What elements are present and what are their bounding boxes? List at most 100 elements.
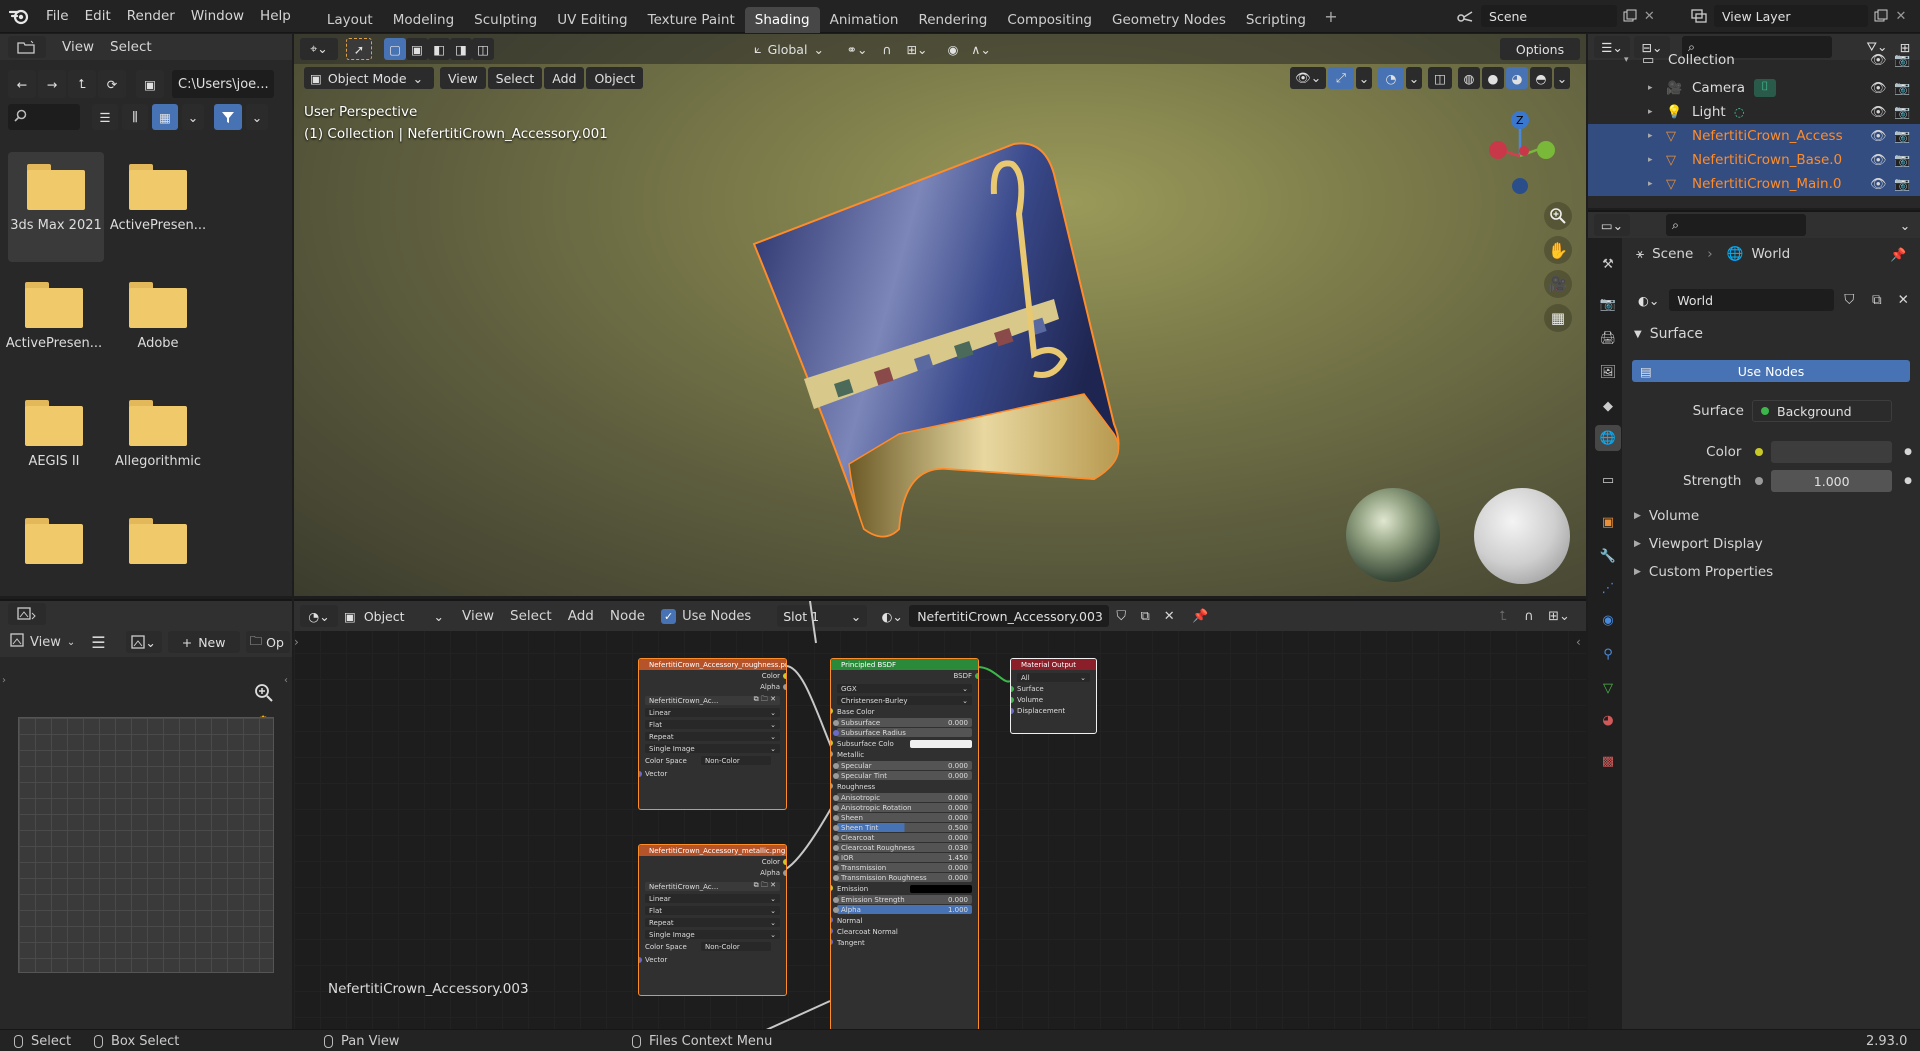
sidebar-toggle-arrow-right-icon[interactable]: ‹ [284,675,288,686]
blender-logo-icon[interactable] [0,0,38,33]
pivot-point-icon[interactable]: ⚭⌄ [840,38,874,60]
input-socket-icon[interactable] [833,730,839,736]
surface-shader-dropdown[interactable]: Background [1752,400,1892,422]
panel-custom-properties[interactable]: ▶ Custom Properties [1634,564,1773,580]
tab-animation[interactable]: Animation [820,7,909,33]
node-dropdown[interactable]: Linear ⌄ [645,708,780,717]
material-tab-icon[interactable]: ◕ [1595,707,1621,733]
image-view-menu[interactable]: View ⌄ [10,633,75,651]
file-browser-menu-select[interactable]: Select [102,34,160,60]
image-actions-icon[interactable]: ⧉ 🗀 ✕ [754,695,776,706]
crown-model[interactable] [734,134,1154,574]
menu-render[interactable]: Render [119,3,183,29]
folder-item[interactable] [2,506,106,572]
object-mode-dropdown[interactable]: ▣ Object Mode ⌄ [304,67,434,89]
gizmo-chevron-icon[interactable]: ⌄ [1356,67,1372,89]
proportional-falloff-icon[interactable]: ∧⌄ [966,38,996,60]
panel-viewport-display[interactable]: ▶ Viewport Display [1634,536,1763,552]
tab-shading[interactable]: Shading [744,6,820,33]
file-browser-menu-view[interactable]: View [54,34,102,60]
fake-user-shield-icon[interactable]: ⛉ [1838,289,1861,311]
background-strength-field[interactable]: 1.000 [1771,470,1893,492]
object-tab-icon[interactable]: ▣ [1595,509,1621,535]
eye-visibility-icon[interactable]: 👁 [1870,53,1887,68]
input-socket-icon[interactable] [833,815,839,821]
input-socket-icon[interactable] [831,939,833,945]
folder-item[interactable]: ActivePresen... [2,270,106,351]
input-socket-icon[interactable] [831,917,833,923]
unlink-world-icon[interactable]: ✕ [1893,289,1915,311]
node-value-field[interactable]: Subsurface Radius [833,728,972,737]
snap-icon[interactable]: ∩ [874,38,900,60]
node-dropdown[interactable]: Linear ⌄ [645,894,780,903]
color-space-dropdown[interactable]: Non-Color [701,942,771,951]
tab-modeling[interactable]: Modeling [383,7,464,33]
image-texture-node-metallic[interactable]: NefertitiCrown_Accessory_metallic.png Col… [638,844,787,996]
camera-data-icon[interactable]: ⌷ [1754,79,1776,97]
thumbnail-display-icon[interactable]: ▦ [152,104,178,130]
select-tool-icon[interactable]: ➚ [346,38,372,60]
xray-toggle-icon[interactable]: ◫ [1428,67,1452,89]
eye-visibility-icon[interactable]: 👁 [1870,129,1887,144]
uv-grid[interactable] [18,717,274,973]
node-value-field[interactable]: Transmission Roughness 0.000 [833,873,972,882]
folder-item[interactable]: Allegorithmic [106,388,210,469]
viewport-menu-add[interactable]: Add [544,67,585,89]
image-browse-button[interactable]: ⌄ [125,631,162,653]
node-dropdown[interactable]: Single Image ⌄ [645,744,780,753]
particles-tab-icon[interactable]: ⋰ [1595,575,1621,601]
vector-socket-icon[interactable] [639,770,642,777]
eye-visibility-icon[interactable]: 👁 [1870,81,1887,96]
select-mode-subtract-icon[interactable]: ◧ [428,38,450,60]
viewport-options-button[interactable]: Options [1500,38,1580,60]
world-browse-button[interactable]: ◐⌄ [1632,289,1666,311]
input-socket-icon[interactable] [833,805,839,811]
viewport-pan-icon[interactable]: ✋ [1544,236,1572,264]
expand-arrow-icon[interactable]: ▸ [1648,83,1660,93]
image-selector[interactable]: NefertitiCrown_Ac... ⧉ 🗀 ✕ [645,695,780,706]
color-swatch[interactable] [910,884,972,893]
eye-visibility-icon[interactable]: 👁 [1870,105,1887,120]
render-visibility-icon[interactable]: 📷 [1894,177,1910,192]
color-swatch[interactable] [910,739,972,748]
surface-panel-header[interactable]: ▼ Surface [1634,326,1703,342]
copy-scene-icon[interactable] [1619,5,1640,27]
input-socket-icon[interactable] [1011,707,1014,714]
node-dropdown[interactable]: Flat ⌄ [645,906,780,915]
properties-editor-type-icon[interactable]: ▭⌄ [1594,214,1630,236]
copy-view-layer-icon[interactable] [1870,5,1892,27]
outliner-row[interactable]: ▸ ▽ NefertitiCrown_Main.00 👁 📷 [1588,172,1920,196]
folder-item[interactable]: AEGIS II [2,388,106,469]
gizmo-toggle-icon[interactable]: ⤢ [1328,67,1354,89]
folder-item[interactable]: 3ds Max 2021 [8,152,104,262]
horizontal-list-icon[interactable]: ⫼ [122,104,148,130]
input-socket-icon[interactable] [831,708,833,714]
node-dropdown[interactable]: GGX ⌄ [837,684,972,693]
input-socket-icon[interactable] [831,751,833,757]
input-socket-icon[interactable] [833,845,839,851]
overlay-chevron-icon[interactable]: ⌄ [1406,67,1422,89]
node-value-field[interactable]: IOR 1.450 [833,853,972,862]
principled-bsdf-node[interactable]: Principled BSDF BSDF GGX ⌄ Christensen-Burle… [830,658,979,1029]
node-dropdown[interactable]: Repeat ⌄ [645,732,780,741]
node-value-field[interactable]: Clearcoat Roughness 0.030 [833,843,972,852]
node-dropdown[interactable]: Christensen-Burley ⌄ [837,696,972,705]
path-field[interactable]: C:\Users\joe... [172,70,274,98]
input-socket-icon[interactable] [833,875,839,881]
input-socket-icon[interactable] [833,720,839,726]
properties-search-input[interactable]: ⌕ [1666,214,1806,236]
outliner-row[interactable]: ▸ ▽ NefertitiCrown_Accessor 👁 📷 [1588,124,1920,148]
image-actions-icon[interactable]: ⧉ 🗀 ✕ [754,881,776,892]
view-layer-name-field[interactable]: View Layer [1714,5,1868,27]
viewport-editor-type-icon[interactable]: ⌖⌄ [300,38,338,60]
back-icon[interactable]: ← [8,70,36,98]
node-value-field[interactable]: Specular Tint 0.000 [833,771,972,780]
node-value-field[interactable]: Alpha 1.000 [833,905,972,914]
modifier-tab-icon[interactable]: 🔧 [1595,543,1621,569]
menu-edit[interactable]: Edit [77,3,119,29]
input-socket-icon[interactable] [833,795,839,801]
vector-socket-icon[interactable] [639,956,642,963]
new-image-button[interactable]: + New [167,631,240,653]
outliner-row[interactable]: ▸ 🎥 Camera ⌷ 👁 📷 [1588,76,1920,100]
expand-arrow-icon[interactable]: ▸ [1648,155,1660,165]
